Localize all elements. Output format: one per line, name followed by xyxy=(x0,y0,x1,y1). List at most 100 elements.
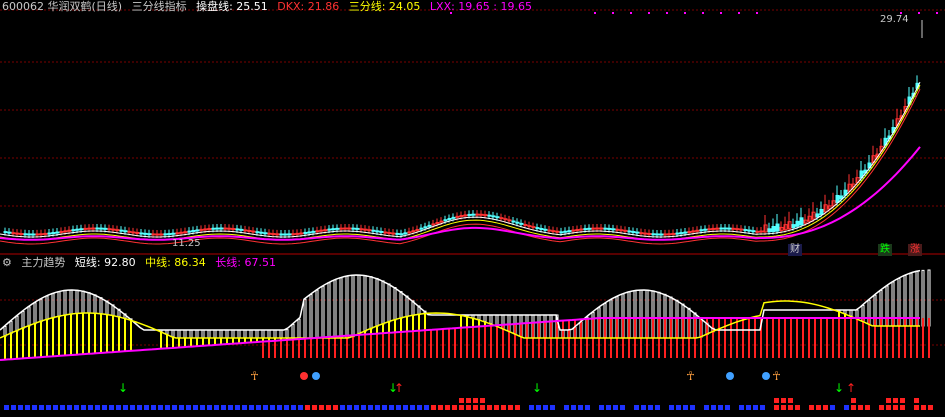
trend-bar-white xyxy=(273,329,277,339)
candle-body xyxy=(83,227,88,230)
trend-bar-white xyxy=(27,306,31,327)
trend-bar-red xyxy=(298,339,300,358)
trend-bar-red xyxy=(838,318,840,358)
trend-bar-white xyxy=(81,290,85,314)
candle-body xyxy=(475,213,480,216)
candle-body xyxy=(603,227,608,230)
settings-gear-icon[interactable]: ⚙ xyxy=(2,256,12,269)
candle-body xyxy=(203,228,208,231)
candle-body xyxy=(87,227,92,230)
signal-square xyxy=(809,405,814,410)
signal-square xyxy=(718,405,723,410)
trend-bar-red xyxy=(832,318,834,358)
blue-ball-icon xyxy=(312,372,320,380)
signal-square xyxy=(284,405,289,410)
trend-bar-red xyxy=(544,321,546,358)
candle-body xyxy=(607,227,612,230)
trend-bar-red xyxy=(448,328,450,358)
candle-body xyxy=(507,219,512,222)
trend-bar-red xyxy=(466,327,468,358)
indicator-name[interactable]: 三分线指标 xyxy=(132,0,187,13)
candle-body xyxy=(27,233,32,236)
signal-square xyxy=(200,405,205,410)
candle-body xyxy=(227,227,232,230)
candle-body xyxy=(699,229,704,232)
drop-event-badge[interactable]: 跌 xyxy=(878,244,892,256)
candle-body xyxy=(615,228,620,231)
signal-square xyxy=(74,405,79,410)
candle-body xyxy=(191,229,196,232)
candle-body xyxy=(303,231,308,234)
candle-body xyxy=(423,226,428,229)
candle-body xyxy=(195,229,200,232)
chart-canvas[interactable]: ↓ ↓ ↓ ↓↑ ↑☥ ☥ ☥ xyxy=(0,0,945,417)
trend-bar-white xyxy=(219,329,223,339)
signal-square xyxy=(494,405,499,410)
candle-body xyxy=(703,228,708,231)
candle-body xyxy=(235,228,240,231)
candle-body xyxy=(103,227,108,230)
trend-bar-yellow xyxy=(166,334,168,349)
candle-body xyxy=(419,227,424,230)
candle-body xyxy=(251,230,256,233)
candle-body xyxy=(155,233,160,236)
candle-body xyxy=(775,223,780,232)
rise-event-badge[interactable]: 涨 xyxy=(908,244,922,256)
candle-body xyxy=(575,228,580,231)
candle-body xyxy=(519,222,524,225)
candle-body xyxy=(403,232,408,235)
trend-bar-red xyxy=(394,332,396,358)
cpx-line xyxy=(0,81,921,238)
candle-body xyxy=(771,225,776,232)
trend-bar-white xyxy=(75,289,79,315)
signal-square xyxy=(326,405,331,410)
candle-body xyxy=(447,217,452,220)
signal-dot xyxy=(918,12,920,14)
candle-body xyxy=(143,232,148,235)
finance-event-badge[interactable]: 财 xyxy=(788,244,802,256)
candle-body xyxy=(459,215,464,218)
signal-square xyxy=(788,398,793,403)
signal-square xyxy=(844,405,849,410)
candle-body xyxy=(219,227,224,230)
trend-bar-red xyxy=(700,318,702,358)
trend-bar-white xyxy=(255,329,259,339)
trend-bar-red xyxy=(346,335,348,358)
candle-body xyxy=(327,228,332,231)
trend-bar-white xyxy=(279,329,283,339)
candle-body xyxy=(471,213,476,216)
candle-body xyxy=(63,230,68,233)
trend-bar-yellow xyxy=(76,313,78,355)
signal-square xyxy=(879,405,884,410)
sub-indicator-name[interactable]: 主力趋势 xyxy=(21,256,65,269)
trend-bar-yellow xyxy=(466,316,468,328)
trend-bar-red xyxy=(754,318,756,358)
candle-body xyxy=(179,231,184,234)
signal-square xyxy=(340,405,345,410)
signal-square xyxy=(214,405,219,410)
candle-body xyxy=(95,227,100,230)
signal-square xyxy=(501,405,506,410)
trend-bar-red xyxy=(880,318,882,358)
candle-body xyxy=(379,230,384,233)
candle-body xyxy=(187,230,192,233)
candle-body xyxy=(659,233,664,236)
candle-body xyxy=(171,232,176,235)
signal-square xyxy=(690,405,695,410)
trend-bar-yellow xyxy=(382,324,384,334)
candle-body xyxy=(23,233,28,236)
candle-body xyxy=(795,220,800,227)
signal-square xyxy=(781,405,786,410)
signal-square xyxy=(886,398,891,403)
signal-square xyxy=(914,405,919,410)
signal-square xyxy=(620,405,625,410)
candle-body xyxy=(35,233,40,236)
candle-body xyxy=(611,228,616,231)
trend-bar-red xyxy=(436,329,438,358)
trend-bar-white xyxy=(285,329,289,339)
candle-body xyxy=(635,231,640,234)
stock-symbol[interactable]: 600062 华润双鹤(日线) xyxy=(2,0,122,13)
candle-body xyxy=(443,219,448,222)
signal-square xyxy=(263,405,268,410)
signal-square xyxy=(459,398,464,403)
